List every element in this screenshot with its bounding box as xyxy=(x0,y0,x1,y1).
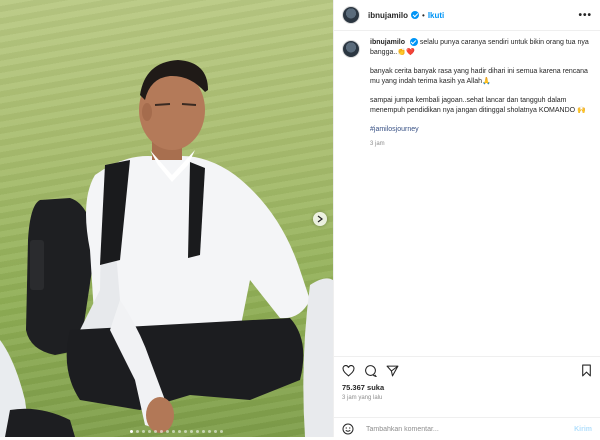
post-viewer: ibnujamilo • Ikuti ••• ibnujamilo selalu… xyxy=(0,0,600,437)
carousel-dot xyxy=(196,430,199,433)
comment-icon[interactable] xyxy=(364,364,377,377)
hashtag-link[interactable]: #jamilosjourney xyxy=(370,126,419,133)
carousel-dot xyxy=(148,430,151,433)
verified-icon xyxy=(409,38,418,47)
hashtag-line: #jamilosjourney xyxy=(370,125,592,135)
carousel-dot xyxy=(208,430,211,433)
emoji-icon[interactable] xyxy=(342,423,354,435)
caption-username[interactable]: ibnujamilo xyxy=(370,39,405,46)
carousel-dot xyxy=(136,430,139,433)
caption-paragraph: sampai jumpa kembali jagoan..sehat lanca… xyxy=(370,97,586,114)
send-comment-button[interactable]: Kirim xyxy=(574,426,592,433)
share-icon[interactable] xyxy=(386,365,399,377)
post-caption: ibnujamilo selalu punya caranya sendiri … xyxy=(342,38,592,149)
post-header: ibnujamilo • Ikuti ••• xyxy=(334,0,600,31)
carousel-dot xyxy=(202,430,205,433)
caption-avatar[interactable] xyxy=(342,40,360,58)
separator: • xyxy=(422,10,425,20)
action-icons xyxy=(334,357,600,377)
carousel-dot xyxy=(184,430,187,433)
post-side-panel: ibnujamilo • Ikuti ••• ibnujamilo selalu… xyxy=(333,0,600,437)
carousel-dot xyxy=(166,430,169,433)
caption-paragraph: banyak cerita banyak rasa yang hadir dih… xyxy=(370,68,588,85)
heart-icon[interactable] xyxy=(342,364,355,377)
chevron-right-icon xyxy=(317,215,323,223)
next-photo-button[interactable] xyxy=(313,212,327,226)
carousel-dot xyxy=(160,430,163,433)
caption-time: 3 jam xyxy=(370,141,385,147)
comment-input[interactable] xyxy=(364,424,575,434)
follow-button[interactable]: Ikuti xyxy=(428,11,444,20)
carousel-dot xyxy=(142,430,145,433)
caption-body: ibnujamilo selalu punya caranya sendiri … xyxy=(370,38,592,149)
posted-time: 3 jam yang lalu xyxy=(342,395,383,401)
carousel-dot xyxy=(190,430,193,433)
post-actions: 75.367 suka 3 jam yang lalu Kirim xyxy=(334,356,600,437)
carousel-dot xyxy=(178,430,181,433)
photo-illustration xyxy=(0,60,333,437)
username[interactable]: ibnujamilo xyxy=(368,11,408,20)
caption-first-paragraph: ibnujamilo selalu punya caranya sendiri … xyxy=(370,38,592,58)
post-photo[interactable] xyxy=(0,0,333,437)
likes-count[interactable]: 75.367 suka xyxy=(334,377,600,392)
carousel-dots xyxy=(130,430,223,433)
carousel-dot xyxy=(130,430,133,433)
carousel-dot xyxy=(214,430,217,433)
carousel-dot xyxy=(220,430,223,433)
carousel-dot xyxy=(154,430,157,433)
avatar[interactable] xyxy=(342,6,360,24)
bookmark-icon[interactable] xyxy=(581,364,592,377)
verified-icon xyxy=(411,11,419,19)
carousel-dot xyxy=(172,430,175,433)
more-options-button[interactable]: ••• xyxy=(578,10,592,21)
